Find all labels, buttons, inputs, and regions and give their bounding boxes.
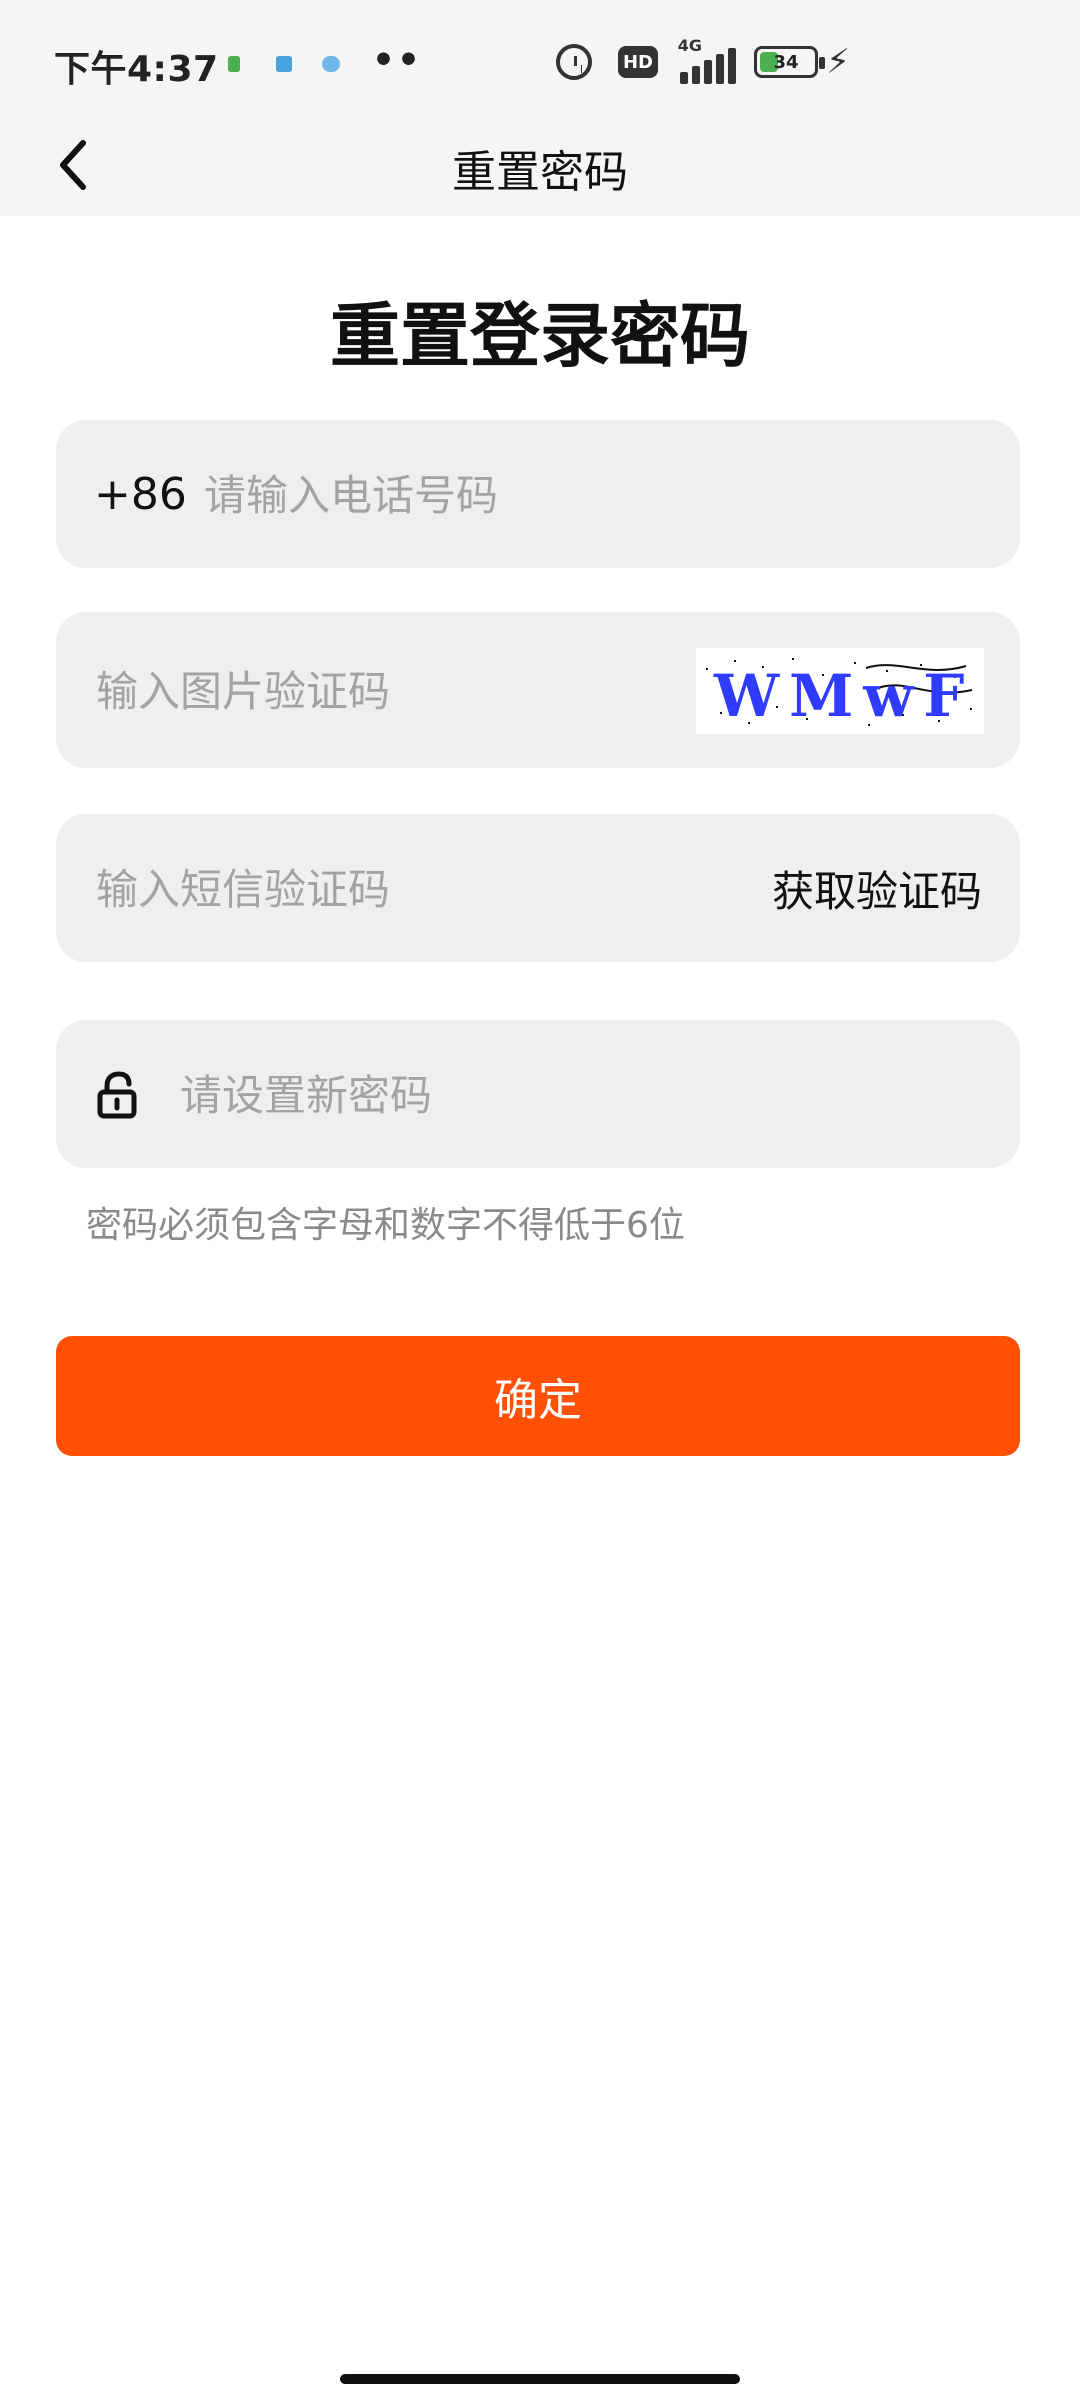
more-notifications-icon: •• <box>372 40 423 81</box>
notification-icon <box>322 56 340 72</box>
image-captcha-field: WMwF <box>56 612 1020 770</box>
battery-level: 34 <box>773 51 799 73</box>
reset-password-screen: 下午4:37 •• HD 4G 34 ⚡ 重置密码 重置登录密码 +86 请输入… <box>0 0 1080 2400</box>
get-sms-code-button[interactable]: 获取验证码 <box>772 814 982 962</box>
charging-icon: ⚡ <box>826 42 850 82</box>
new-password-field <box>56 1020 1020 1170</box>
hd-label: HD <box>622 51 653 73</box>
password-hint: 密码必须包含字母和数字不得低于6位 <box>86 1205 685 1246</box>
captcha-text: WMwF <box>713 662 974 730</box>
sms-code-field: 获取验证码 <box>56 814 1020 964</box>
signal-icon <box>680 44 736 84</box>
status-bar: 下午4:37 •• HD 4G 34 ⚡ <box>0 0 1080 120</box>
home-indicator <box>340 2374 740 2384</box>
new-password-input[interactable] <box>178 1020 942 1170</box>
phone-input[interactable] <box>202 420 986 570</box>
confirm-button[interactable]: 确定 <box>56 1336 1020 1456</box>
top-area: 下午4:37 •• HD 4G 34 ⚡ 重置密码 <box>0 0 1080 216</box>
alarm-icon <box>556 44 592 80</box>
phone-field: +86 <box>56 420 1020 570</box>
status-time: 下午4:37 <box>54 49 219 90</box>
captcha-svg: WMwF <box>706 658 974 730</box>
notification-icon <box>276 56 292 72</box>
nav-title: 重置密码 <box>452 147 628 198</box>
notification-icon <box>228 56 240 72</box>
sms-code-input[interactable] <box>94 814 738 964</box>
country-code: +86 <box>94 468 187 520</box>
battery-icon: 34 <box>754 46 825 78</box>
page-title: 重置登录密码 <box>330 295 750 377</box>
navigation-bar: 重置密码 <box>0 120 1080 216</box>
image-captcha-input[interactable] <box>94 612 718 770</box>
hd-icon: HD <box>618 46 658 78</box>
battery-cap <box>819 57 825 69</box>
unlock-icon <box>97 1071 137 1119</box>
captcha-image[interactable]: WMwF <box>696 648 984 734</box>
